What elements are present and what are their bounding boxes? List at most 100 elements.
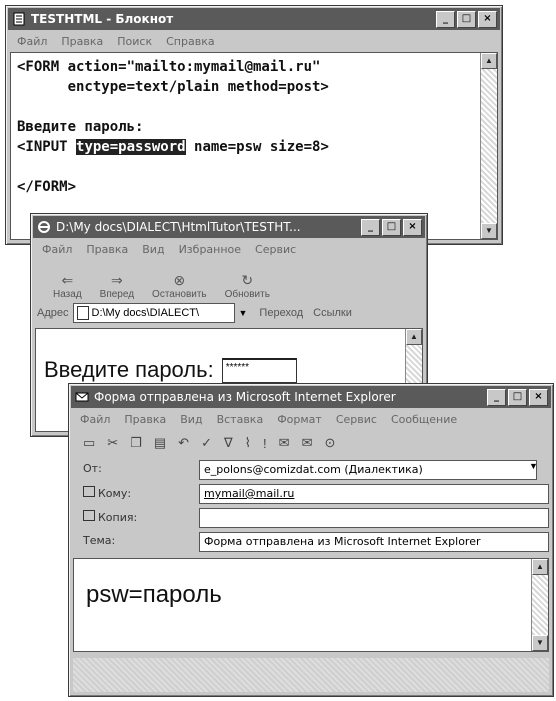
address-bar: Адрес D:\My docs\DIALECT\ ▼ Переход Ссыл… (37, 302, 421, 324)
menu-edit[interactable]: Правка (86, 243, 128, 256)
encrypt-icon[interactable]: ✉ (302, 435, 313, 451)
menu-search[interactable]: Поиск (117, 35, 152, 48)
mail-scrollbar[interactable]: ▲ ▼ (531, 559, 548, 651)
mail-window: Форма отправлена из Microsoft Internet E… (68, 383, 554, 697)
go-button[interactable]: Переход (259, 307, 303, 319)
status-bar (73, 658, 549, 692)
copy-icon[interactable]: ❐ (130, 435, 142, 451)
menu-file[interactable]: Файл (80, 413, 110, 426)
code-line: enctype=text/plain method=post> (17, 79, 329, 95)
cc-label: Копия: (83, 510, 137, 524)
ie-icon (38, 221, 50, 233)
page-icon (76, 306, 89, 320)
menu-tools[interactable]: Сервис (336, 413, 377, 426)
menu-message[interactable]: Сообщение (391, 413, 457, 426)
mail-body[interactable]: psw=пароль ▲ ▼ (73, 558, 549, 652)
code-line: Введите пароль: (17, 119, 144, 135)
mail-titlebar[interactable]: Форма отправлена из Microsoft Internet E… (71, 386, 551, 408)
cut-icon[interactable]: ✂ (107, 435, 118, 451)
notepad-title: TESTHTML - Блокнот (31, 12, 174, 26)
ie-titlebar[interactable]: D:\My docs\DIALECT\HtmlTutor\TESTHT... _… (33, 216, 425, 238)
menu-view[interactable]: Вид (180, 413, 202, 426)
links-label[interactable]: Ссылки (313, 307, 352, 319)
cc-field[interactable] (199, 508, 549, 528)
mail-toolbar: ▭ ✂ ❐ ▤ ↶ ✓ ∇ ⌇ ! ✉ ✉ ⊙ (77, 430, 545, 456)
menu-help[interactable]: Справка (166, 35, 214, 48)
offline-icon[interactable]: ⊙ (324, 435, 335, 451)
mail-title: Форма отправлена из Microsoft Internet E… (94, 390, 396, 404)
notepad-menubar: Файл Правка Поиск Справка (9, 32, 499, 50)
menu-edit[interactable]: Правка (124, 413, 166, 426)
from-dropdown-icon[interactable]: ▼ (529, 461, 538, 471)
menu-file[interactable]: Файл (17, 35, 47, 48)
ie-menubar: Файл Правка Вид Избранное Сервис (34, 240, 424, 258)
to-field[interactable]: mymail@mail.ru (199, 484, 549, 504)
notepad-window: TESTHTML - Блокнот _ □ × Файл Правка Пои… (5, 5, 503, 245)
undo-icon[interactable]: ↶ (178, 435, 189, 451)
subject-field[interactable]: Форма отправлена из Microsoft Internet E… (199, 532, 549, 552)
scroll-up-button[interactable]: ▲ (406, 329, 422, 345)
address-dropdown-icon[interactable]: ▼ (239, 308, 248, 318)
send-icon[interactable]: ▭ (83, 435, 95, 451)
refresh-button[interactable]: ↻ Обновить (225, 272, 270, 300)
forward-arrow-icon: ⇒ (110, 272, 123, 288)
selected-text: type=password (76, 139, 186, 155)
refresh-icon: ↻ (241, 272, 254, 288)
password-input[interactable]: ****** (221, 357, 297, 383)
address-label: Адрес (37, 307, 69, 319)
sign-icon[interactable]: ✉ (279, 435, 290, 451)
scroll-down-button[interactable]: ▼ (481, 223, 497, 239)
mail-icon (75, 392, 89, 402)
scroll-up-button[interactable]: ▲ (481, 53, 497, 69)
code-line: <FORM action="mailto:mymail@mail.ru" (17, 59, 321, 75)
back-button[interactable]: ⇐ Назад (53, 272, 82, 300)
mail-body-text: psw=пароль (86, 581, 222, 608)
close-button[interactable]: × (529, 388, 548, 406)
notepad-titlebar[interactable]: TESTHTML - Блокнот _ □ × (8, 8, 500, 30)
menu-file[interactable]: Файл (42, 243, 72, 256)
notepad-icon (13, 12, 25, 26)
priority-icon[interactable]: ! (263, 436, 267, 451)
stop-button[interactable]: ⊗ Остановить (152, 272, 207, 300)
code-line: </FORM> (17, 179, 77, 195)
from-field[interactable]: e_polons@comizdat.com (Диалектика) (199, 460, 537, 480)
ie-title: D:\My docs\DIALECT\HtmlTutor\TESTHT... (56, 220, 301, 234)
address-field[interactable]: D:\My docs\DIALECT\ (72, 303, 235, 323)
menu-edit[interactable]: Правка (61, 35, 103, 48)
attach-icon[interactable]: ⌇ (245, 435, 251, 451)
code-line: <INPUT (17, 139, 77, 155)
check-names-icon[interactable]: ✓ (201, 435, 212, 451)
minimize-button[interactable]: _ (361, 218, 380, 236)
close-button[interactable]: × (478, 10, 497, 28)
back-arrow-icon: ⇐ (61, 272, 74, 288)
spelling-icon[interactable]: ∇ (224, 435, 233, 451)
menu-view[interactable]: Вид (142, 243, 164, 256)
minimize-button[interactable]: _ (487, 388, 506, 406)
minimize-button[interactable]: _ (436, 10, 455, 28)
menu-tools[interactable]: Сервис (255, 243, 296, 256)
address-value: D:\My docs\DIALECT\ (91, 307, 200, 319)
menu-favorites[interactable]: Избранное (179, 243, 241, 256)
close-button[interactable]: × (403, 218, 422, 236)
forward-button[interactable]: ⇒ Вперед (100, 272, 134, 300)
notepad-text-area[interactable]: <FORM action="mailto:mymail@mail.ru" enc… (10, 52, 498, 240)
menu-format[interactable]: Формат (277, 413, 322, 426)
maximize-button[interactable]: □ (382, 218, 401, 236)
password-prompt: Введите пароль: (44, 357, 214, 382)
menu-insert[interactable]: Вставка (217, 413, 264, 426)
from-label: От: (83, 462, 102, 475)
address-book-icon[interactable] (83, 510, 95, 521)
paste-icon[interactable]: ▤ (154, 435, 166, 451)
code-line: name=psw size=8> (185, 139, 329, 155)
notepad-scrollbar[interactable]: ▲ ▼ (480, 53, 497, 239)
maximize-button[interactable]: □ (457, 10, 476, 28)
to-label: Кому: (83, 486, 131, 500)
mail-menubar: Файл Правка Вид Вставка Формат Сервис Со… (72, 410, 550, 428)
scroll-up-button[interactable]: ▲ (532, 559, 548, 575)
ie-toolbar: ⇐ Назад ⇒ Вперед ⊗ Остановить ↻ Обновить (39, 260, 419, 300)
scroll-down-button[interactable]: ▼ (532, 635, 548, 651)
address-book-icon[interactable] (83, 486, 95, 497)
stop-icon: ⊗ (173, 272, 186, 288)
maximize-button[interactable]: □ (508, 388, 527, 406)
subject-label: Тема: (83, 534, 116, 547)
